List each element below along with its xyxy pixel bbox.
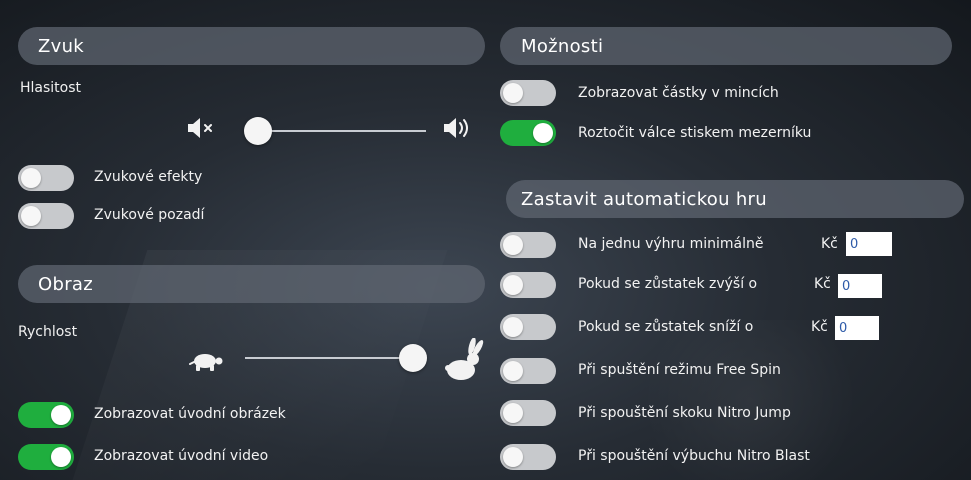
autoplay-label-nitro-jump: Při spouštění skoku Nitro Jump: [578, 405, 791, 421]
speaker-mute-icon[interactable]: [186, 116, 230, 144]
options-header: Možnosti: [500, 27, 952, 65]
intro-image-label: Zobrazovat úvodní obrázek: [94, 406, 286, 422]
toggle-knob: [21, 206, 41, 226]
coins-label: Zobrazovat částky v mincích: [578, 85, 779, 101]
turtle-icon[interactable]: [188, 348, 226, 378]
toggle-knob: [503, 317, 523, 337]
speed-slider-knob[interactable]: [399, 344, 427, 372]
autoplay-toggle-balance-up[interactable]: [500, 272, 556, 298]
balance-up-input[interactable]: [838, 274, 882, 298]
toggle-knob: [503, 361, 523, 381]
sound-effects-label: Zvukové efekty: [94, 169, 203, 185]
sound-background-toggle[interactable]: [18, 203, 74, 229]
volume-slider-knob[interactable]: [244, 117, 272, 145]
toggle-knob: [503, 83, 523, 103]
currency-label: Kč: [821, 236, 838, 252]
autoplay-toggle-balance-down[interactable]: [500, 314, 556, 340]
currency-label: Kč: [811, 319, 828, 335]
image-header-title: Obraz: [38, 273, 93, 295]
autoplay-label-free-spin: Při spuštění režimu Free Spin: [578, 362, 781, 378]
toggle-knob: [51, 447, 71, 467]
toggle-knob: [21, 168, 41, 188]
volume-label: Hlasitost: [20, 80, 82, 96]
coins-toggle[interactable]: [500, 80, 556, 106]
autoplay-header-title: Zastavit automatickou hru: [521, 188, 767, 210]
sound-header-title: Zvuk: [38, 35, 85, 57]
toggle-knob: [503, 275, 523, 295]
toggle-knob: [503, 447, 523, 467]
intro-video-toggle[interactable]: [18, 444, 74, 470]
sound-background-label: Zvukové pozadí: [94, 207, 205, 223]
toggle-knob: [533, 123, 553, 143]
balance-down-input[interactable]: [835, 316, 879, 340]
volume-slider-track[interactable]: [258, 130, 426, 132]
options-header-title: Možnosti: [521, 35, 604, 57]
autoplay-label-balance-up: Pokud se zůstatek zvýší o: [578, 276, 758, 292]
sound-header: Zvuk: [18, 27, 485, 65]
intro-image-toggle[interactable]: [18, 402, 74, 428]
autoplay-label-nitro-blast: Při spouštění výbuchu Nitro Blast: [578, 448, 810, 464]
intro-video-label: Zobrazovat úvodní video: [94, 448, 269, 464]
autoplay-toggle-nitro-jump[interactable]: [500, 400, 556, 426]
toggle-knob: [503, 403, 523, 423]
autoplay-label-min-win: Na jednu výhru minimálně: [578, 236, 764, 252]
toggle-knob: [51, 405, 71, 425]
autoplay-toggle-nitro-blast[interactable]: [500, 444, 556, 470]
sound-effects-toggle[interactable]: [18, 165, 74, 191]
autoplay-toggle-free-spin[interactable]: [500, 358, 556, 384]
currency-label: Kč: [814, 276, 831, 292]
speaker-volume-icon[interactable]: [442, 115, 476, 145]
autoplay-label-balance-down: Pokud se zůstatek sníží o: [578, 319, 754, 335]
toggle-knob: [503, 235, 523, 255]
min-win-input[interactable]: [846, 232, 892, 256]
spacebar-toggle[interactable]: [500, 120, 556, 146]
rabbit-icon[interactable]: [442, 337, 486, 390]
autoplay-header: Zastavit automatickou hru: [506, 180, 964, 218]
speed-slider-track[interactable]: [245, 357, 415, 359]
speed-label: Rychlost: [18, 324, 78, 340]
image-header: Obraz: [18, 265, 485, 303]
spacebar-label: Roztočit válce stiskem mezerníku: [578, 125, 812, 141]
autoplay-toggle-min-win[interactable]: [500, 232, 556, 258]
